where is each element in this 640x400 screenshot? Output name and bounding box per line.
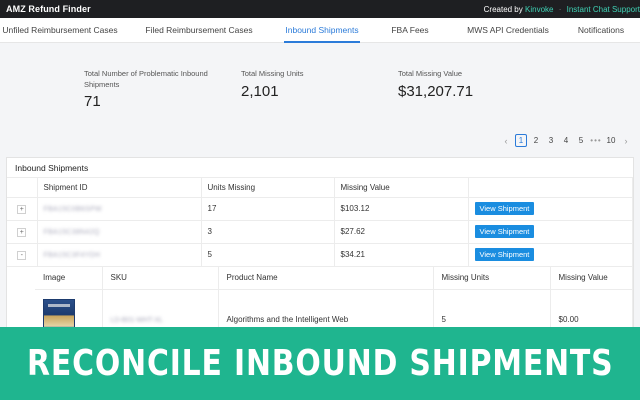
credits: Created by Kinvoke · Instant Chat Suppor… [484,5,640,14]
stat-missing-value: Total Missing Value $31,207.71 [398,68,555,110]
column-header: Product Name [218,267,434,290]
tab-unfiled-cases[interactable]: Unfiled Reimbursement Cases [0,18,120,42]
table-header: Shipment ID Units Missing Missing Value [7,178,633,198]
view-shipment-button[interactable]: View Shipment [474,248,535,261]
page-ellipsis[interactable]: ••• [590,134,602,147]
separator: · [558,4,562,14]
app-title: AMZ Refund Finder [6,4,91,14]
table-row: + FBA15C38N42Q 3 $27.62 View Shipment [7,220,633,244]
units-missing: 5 [201,243,335,267]
sku: LD-B01-WHT-XL [110,316,164,324]
stat-value: $31,207.71 [398,83,474,100]
column-header: Image [35,267,103,290]
stat-value: 71 [84,93,101,110]
creator-link[interactable]: Kinvoke [525,5,553,14]
page-10[interactable]: 10 [605,134,617,147]
tab-notifications[interactable]: Notifications [562,18,640,42]
tab-mws-api-credentials[interactable]: MWS API Credentials [454,18,562,42]
page-2[interactable]: 2 [530,134,542,147]
column-header: Missing Units [433,267,551,290]
table-row: - FBA15C3F4YDH 5 $34.21 View Shipment [7,243,633,267]
column-header: Missing Value [550,267,633,290]
page-3[interactable]: 3 [545,134,557,147]
tab-filed-cases[interactable]: Filed Reimbursement Cases [120,18,278,42]
created-by-label: Created by [483,4,523,14]
missing-value: $34.21 [334,243,469,267]
view-shipment-button[interactable]: View Shipment [474,225,535,238]
panel-title: Inbound Shipments [7,158,633,178]
tab-fba-fees[interactable]: FBA Fees [366,18,454,42]
stat-value: 2,101 [241,83,279,100]
stat-missing-units: Total Missing Units 2,101 [241,68,398,110]
top-bar: AMZ Refund Finder Created by Kinvoke · I… [0,0,640,18]
stat-problem-shipments: Total Number of Problematic Inbound Ship… [84,68,241,110]
summary-stats: Total Number of Problematic Inbound Ship… [84,68,555,110]
page-5[interactable]: 5 [575,134,587,147]
units-missing: 17 [201,197,335,221]
chevron-left-icon[interactable]: ‹ [500,134,512,147]
missing-value: $27.62 [334,220,469,244]
collapse-row-icon[interactable]: - [17,250,27,260]
view-shipment-button[interactable]: View Shipment [474,202,535,215]
shipment-id: FBA15C38N42Q [43,229,100,236]
column-header: Missing Value [334,178,469,198]
shipment-id: FBA15C3F4YDH [43,252,101,259]
missing-value: $103.12 [334,197,469,221]
banner-text: RECONCILE INBOUND SHIPMENTS [26,343,614,384]
promo-banner: RECONCILE INBOUND SHIPMENTS [0,327,640,400]
tab-bar: Unfiled Reimbursement Cases Filed Reimbu… [0,18,640,43]
pagination: ‹ 1 2 3 4 5 ••• 10 › [500,134,632,147]
stat-label: Total Missing Units [241,69,304,78]
shipment-id: FBA15C0B6SPW [43,206,102,213]
stat-label: Total Number of Problematic Inbound Ship… [84,69,208,89]
expander-header [7,178,38,198]
support-link[interactable]: Instant Chat Support [567,5,640,14]
tab-inbound-shipments[interactable]: Inbound Shipments [278,18,366,43]
column-header: Units Missing [201,178,335,198]
expand-row-icon[interactable]: + [17,227,27,237]
table-row: + FBA15C0B6SPW 17 $103.12 View Shipment [7,197,633,221]
expand-row-icon[interactable]: + [17,204,27,214]
column-header: Shipment ID [37,178,202,198]
page-4[interactable]: 4 [560,134,572,147]
chevron-right-icon[interactable]: › [620,134,632,147]
stat-label: Total Missing Value [398,69,463,78]
table-header: Image SKU Product Name Missing Units Mis… [35,267,633,290]
column-header: SKU [102,267,219,290]
action-header [468,178,633,198]
units-missing: 3 [201,220,335,244]
page-1[interactable]: 1 [515,134,527,147]
shipments-table: Shipment ID Units Missing Missing Value … [7,178,633,267]
